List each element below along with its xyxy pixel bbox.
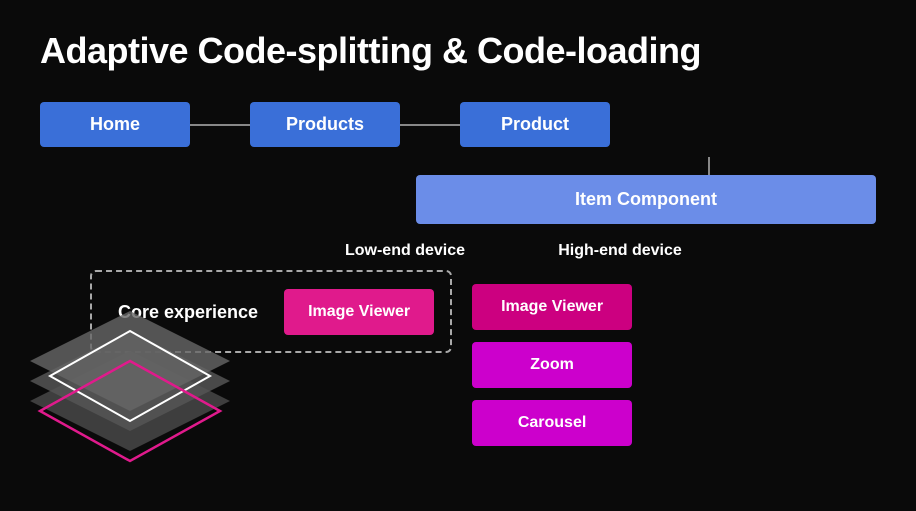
connector-home-products [190,124,250,126]
item-component-box: Item Component [416,175,876,224]
layers-svg [20,301,240,481]
high-end-column: Image Viewer Zoom Carousel [472,270,632,460]
vertical-connector [708,157,710,175]
layers-graphic [20,301,240,481]
image-viewer-low-button[interactable]: Image Viewer [284,289,434,335]
route-row: Home Products Product [40,102,876,147]
device-labels: Low-end device High-end device [300,242,876,260]
zoom-button[interactable]: Zoom [472,342,632,388]
item-component-row: Item Component [300,175,876,224]
product-route-box: Product [460,102,610,147]
page: Adaptive Code-splitting & Code-loading H… [0,0,916,511]
connector-products-product [400,124,460,126]
image-viewer-high-button[interactable]: Image Viewer [472,284,632,330]
products-route-box: Products [250,102,400,147]
high-end-label: High-end device [520,242,720,260]
carousel-button[interactable]: Carousel [472,400,632,446]
low-end-label: Low-end device [290,242,520,260]
home-route-box: Home [40,102,190,147]
page-title: Adaptive Code-splitting & Code-loading [40,30,876,72]
